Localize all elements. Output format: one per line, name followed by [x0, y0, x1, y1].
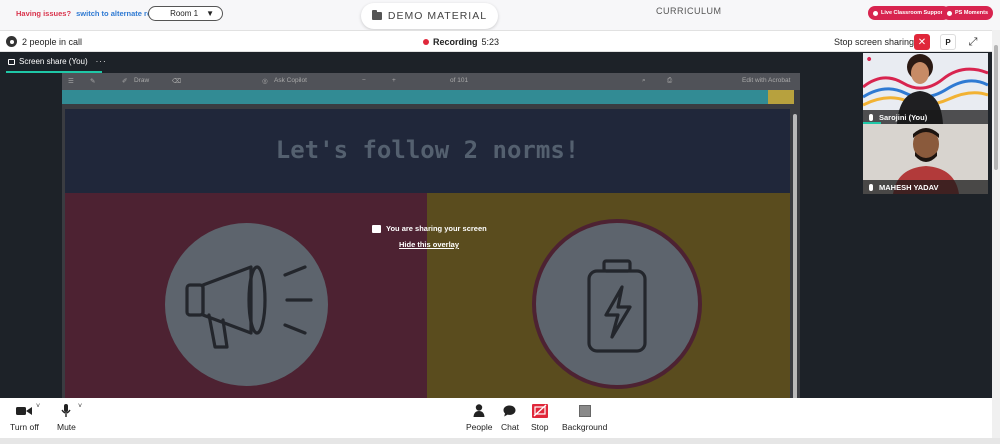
participant-name: MAHESH YADAV: [879, 182, 939, 192]
chat-button[interactable]: Chat: [501, 404, 519, 432]
megaphone-icon: [185, 265, 313, 349]
mute-button-label: Mute: [57, 422, 76, 432]
camera-button-label: Turn off: [10, 422, 39, 432]
ps-moments-label: PS Moments: [955, 10, 989, 16]
screen-icon: [8, 58, 15, 65]
stop-sharing-button[interactable]: ✕: [914, 34, 930, 50]
microphone-icon: [61, 404, 72, 417]
menu-icon: ☰: [68, 78, 74, 85]
room-select[interactable]: Room 1 ▼: [148, 6, 223, 21]
pdf-page-count: of 101: [450, 77, 469, 84]
slide-title: Let's follow 2 norms!: [275, 136, 580, 164]
support-icon: [873, 10, 878, 16]
camera-button[interactable]: Turn off: [10, 404, 39, 432]
stop-button-label: Stop: [531, 422, 549, 432]
chat-icon: [503, 404, 516, 417]
page-scrollbar-vertical[interactable]: [992, 30, 1000, 438]
fullscreen-button[interactable]: ⤢: [966, 35, 980, 49]
copilot-icon: ◎: [262, 78, 268, 85]
screen-share-tab[interactable]: Screen share (You) ···: [8, 57, 107, 66]
stop-share-button[interactable]: Stop: [531, 403, 549, 432]
battery-circle: [532, 219, 702, 389]
curriculum-tab[interactable]: CURRICULUM: [656, 6, 722, 16]
participant-name-bar: MAHESH YADAV: [863, 180, 988, 194]
hide-overlay-link[interactable]: Hide this overlay: [399, 240, 459, 249]
pdf-toolbar: ☰ ✎ ✐ Draw ⌫ ◎ Ask Copilot − + of 101 ⌕ …: [62, 73, 800, 90]
camera-options-chevron-icon[interactable]: ˅: [36, 403, 40, 410]
live-support-button[interactable]: Live Classroom Support: [868, 6, 950, 20]
call-header: 2 people in call Recording 5:23 Stop scr…: [0, 30, 992, 52]
app-top-bar: Having issues? switch to alternate room …: [0, 0, 1000, 30]
close-icon: ✕: [917, 36, 927, 48]
mute-button[interactable]: Mute: [57, 404, 76, 432]
more-options-icon[interactable]: ···: [96, 57, 107, 66]
search-icon: ⌕: [642, 77, 646, 84]
slide-page: Let's follow 2 norms!: [65, 109, 790, 398]
people-button-label: People: [466, 422, 493, 432]
chat-button-label: Chat: [501, 422, 519, 432]
caret-down-icon: ▼: [206, 9, 214, 18]
slide-accent-bar: [62, 90, 768, 104]
highlight-icon: ✎: [90, 78, 96, 85]
pdf-edit-acrobat-label: Edit with Acrobat: [742, 77, 791, 84]
recording-label: Recording: [433, 37, 478, 47]
mic-options-chevron-icon[interactable]: ˅: [78, 403, 82, 410]
p-button[interactable]: P: [940, 34, 956, 50]
expand-icon: ⤢: [968, 35, 978, 48]
pdf-draw-label: Draw: [134, 77, 150, 84]
screen-share-stage: Screen share (You) ··· ☰ ✎ ✐ Draw ⌫ ◎ As…: [0, 52, 992, 398]
recording-status: Recording 5:23: [423, 37, 499, 47]
pdf-ask-copilot-label: Ask Copilot: [274, 77, 307, 84]
issues-notice: Having issues? switch to alternate room: [16, 9, 163, 18]
sharing-overlay: You are sharing your screen: [372, 224, 487, 233]
live-support-label: Live Classroom Support: [881, 10, 945, 16]
page-scroll-thumb[interactable]: [994, 45, 998, 170]
sharing-overlay-message: You are sharing your screen: [386, 224, 487, 233]
star-icon: [947, 10, 952, 16]
slide-accent-bar-yellow: [768, 90, 794, 104]
camera-icon: [16, 404, 33, 417]
ps-moments-button[interactable]: PS Moments: [942, 6, 994, 20]
participant-tile-self[interactable]: ⬤ Sarojini (You): [863, 53, 988, 124]
participant-name: Sarojini (You): [879, 112, 928, 122]
erase-icon: ⌫: [172, 78, 182, 85]
mic-icon: [869, 113, 873, 121]
stop-share-icon: [531, 403, 548, 418]
participant-name-bar: Sarojini (You): [863, 110, 988, 124]
pdf-scroll-thumb[interactable]: [793, 114, 797, 398]
background-button[interactable]: Background: [562, 404, 607, 432]
share-screen-icon: [372, 224, 381, 233]
screen-share-tab-label: Screen share (You): [19, 57, 88, 66]
gear-icon[interactable]: [6, 36, 17, 47]
recording-time: 5:23: [481, 37, 500, 47]
call-controls-bar: Turn off ˅ Mute ˅ People Chat Stop Backg…: [0, 398, 992, 438]
folder-icon: [371, 10, 382, 20]
stop-screen-sharing-label: Stop screen sharing: [834, 37, 915, 47]
room-select-value: Room 1: [170, 9, 199, 18]
background-icon: [578, 404, 591, 417]
person-icon: [473, 404, 485, 417]
issues-text: Having issues?: [16, 9, 72, 18]
megaphone-circle: [165, 223, 328, 386]
zoom-in-icon: +: [392, 77, 396, 84]
brand-logo: ⬤: [867, 56, 872, 61]
demo-material-button[interactable]: DEMO MATERIAL: [361, 3, 498, 29]
pdf-scrollbar[interactable]: [791, 106, 800, 398]
battery-charging-icon: [587, 259, 647, 353]
zoom-out-icon: −: [362, 77, 366, 84]
page-scrollbar-horizontal[interactable]: [0, 438, 1000, 444]
background-button-label: Background: [562, 422, 608, 432]
people-count: 2 people in call: [22, 37, 83, 47]
record-dot-icon: [423, 39, 429, 45]
draw-icon: ✐: [122, 78, 128, 85]
mic-icon: [869, 183, 873, 191]
participant-tile-remote[interactable]: MAHESH YADAV: [863, 124, 988, 194]
print-icon: ⎙: [667, 77, 673, 84]
people-button[interactable]: People: [466, 404, 492, 432]
demo-material-label: DEMO MATERIAL: [387, 10, 488, 22]
